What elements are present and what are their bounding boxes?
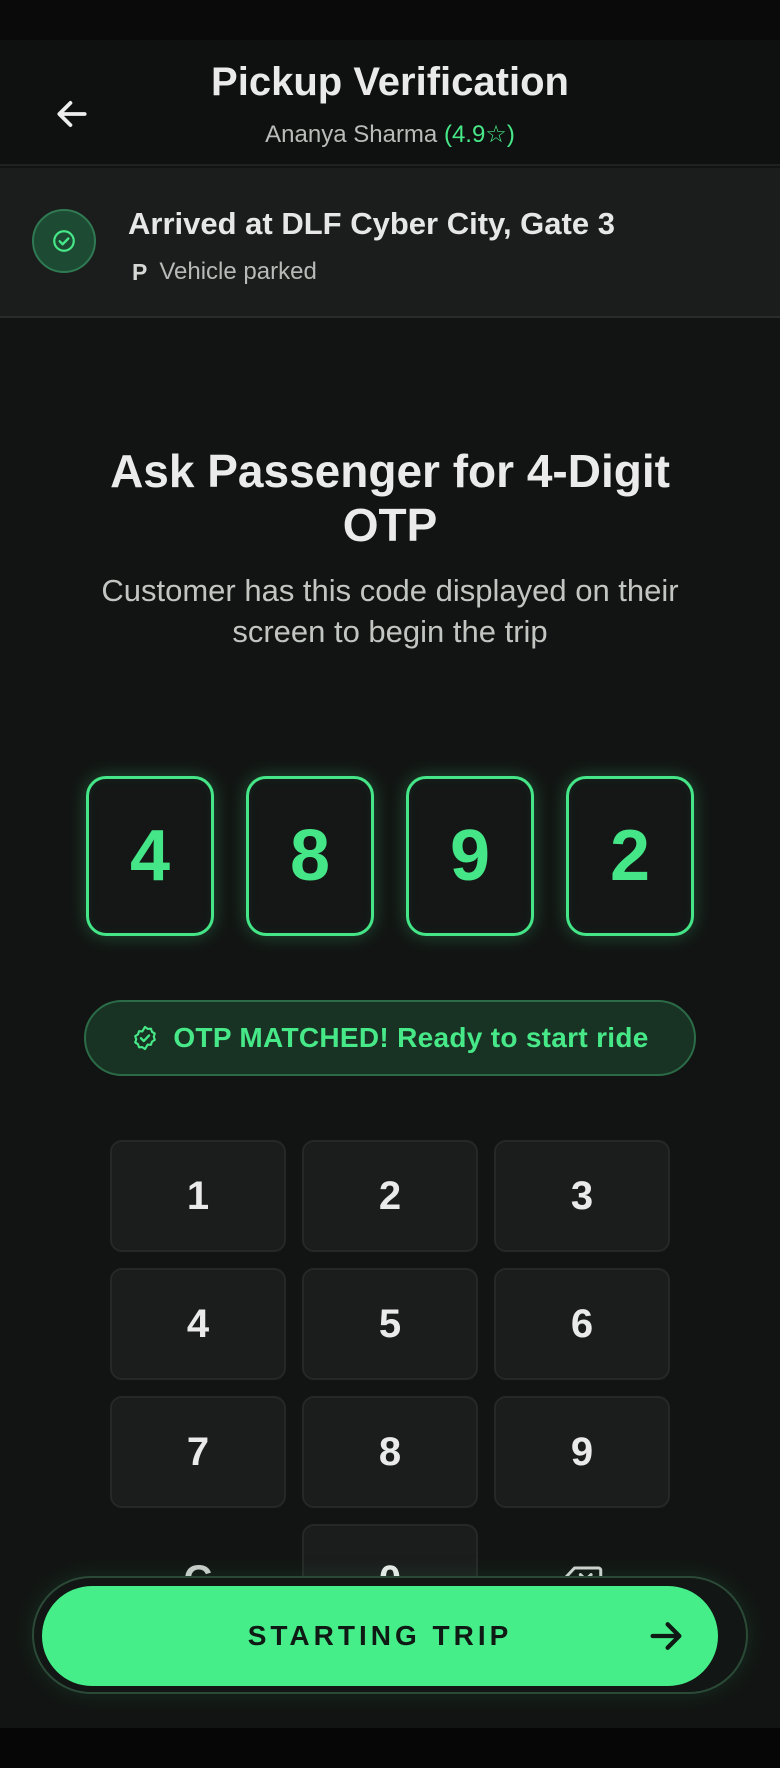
start-trip-container: STARTING TRIP [32, 1576, 748, 1694]
key-4[interactable]: 4 [110, 1268, 286, 1380]
key-1[interactable]: 1 [110, 1140, 286, 1252]
key-3[interactable]: 3 [494, 1140, 670, 1252]
driver-info: Ananya Sharma (4.9☆) [0, 120, 780, 149]
page-title: Pickup Verification [211, 60, 569, 104]
arrival-status: P Vehicle parked [132, 258, 317, 286]
otp-display: 4 8 9 2 [86, 776, 694, 936]
driver-rating: (4.9☆) [443, 121, 515, 148]
key-6[interactable]: 6 [494, 1268, 670, 1380]
pickup-verification-screen: Pickup Verification Ananya Sharma (4.9☆)… [0, 40, 780, 1728]
parking-icon: P [132, 258, 148, 285]
arrow-right-icon [650, 1622, 682, 1650]
otp-match-status: OTP MATCHED! Ready to start ride [84, 1000, 696, 1076]
prompt-description: Customer has this code displayed on thei… [101, 573, 679, 649]
key-9[interactable]: 9 [494, 1396, 670, 1508]
status-bar [0, 0, 780, 40]
otp-digit-2: 8 [246, 776, 374, 936]
prompt-title: Ask Passenger for 4-Digit OTP [110, 445, 670, 551]
start-trip-label: STARTING TRIP [247, 1620, 513, 1651]
arrival-status-badge [32, 209, 96, 273]
key-5[interactable]: 5 [302, 1268, 478, 1380]
otp-digit-4: 2 [566, 776, 694, 936]
key-8[interactable]: 8 [302, 1396, 478, 1508]
arrival-location: Arrived at DLF Cyber City, Gate 3 [128, 206, 615, 241]
arrival-banner: Arrived at DLF Cyber City, Gate 3 P Vehi… [0, 168, 780, 318]
key-7[interactable]: 7 [110, 1396, 286, 1508]
otp-match-message: OTP MATCHED! Ready to start ride [173, 1022, 649, 1053]
otp-digit-3: 9 [406, 776, 534, 936]
otp-digit-1: 4 [86, 776, 214, 936]
start-trip-button[interactable]: STARTING TRIP [42, 1586, 718, 1686]
arrival-status-text: Vehicle parked [159, 258, 317, 285]
header: Pickup Verification Ananya Sharma (4.9☆) [0, 40, 780, 166]
verified-badge-icon [134, 1025, 157, 1051]
check-circle-icon [53, 230, 75, 252]
system-navigation-bar [0, 1728, 780, 1768]
key-2[interactable]: 2 [302, 1140, 478, 1252]
driver-name: Ananya Sharma [265, 121, 438, 148]
